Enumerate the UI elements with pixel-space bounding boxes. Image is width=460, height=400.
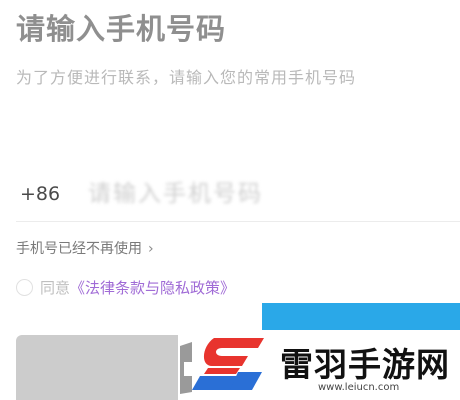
login-page: 请输入手机号码 为了方便进行联系，请输入您的常用手机号码 +86 手机号已经不再… [0, 0, 460, 400]
phone-number-input[interactable] [88, 181, 428, 207]
agreement-prefix: 同意 [40, 279, 71, 297]
phone-no-longer-used-link[interactable]: 手机号已经不再使用 › [16, 238, 154, 258]
chevron-right-icon: › [148, 241, 154, 257]
page-subtitle: 为了方便进行联系，请输入您的常用手机号码 [16, 68, 357, 87]
watermark-url: www.leiucn.com [318, 382, 400, 393]
input-divider [16, 221, 460, 222]
agreement-radio[interactable] [16, 279, 33, 296]
policy-link[interactable]: 《法律条款与隐私政策》 [70, 277, 235, 298]
watermark-logo-icon [180, 338, 264, 394]
page-title: 请输入手机号码 [16, 12, 227, 46]
phone-input-row: +86 [16, 170, 460, 218]
phone-no-longer-used-label: 手机号已经不再使用 [16, 241, 142, 257]
agreement-row: 同意 《法律条款与隐私政策》 [16, 277, 235, 298]
watermark: 雷羽手游网 www.leiucn.com [178, 330, 460, 400]
country-code-selector[interactable]: +86 [16, 183, 88, 205]
watermark-text: 雷羽手游网 [280, 345, 450, 384]
disabled-next-button[interactable] [16, 335, 190, 400]
